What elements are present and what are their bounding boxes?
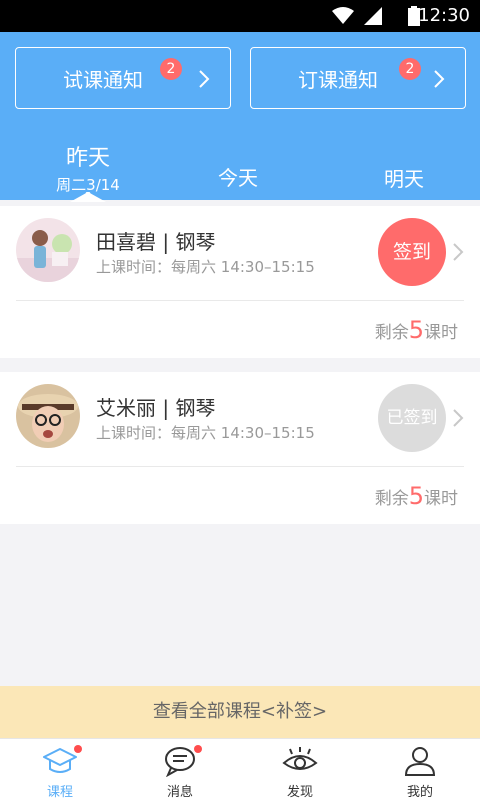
wifi-icon <box>332 7 354 24</box>
lesson-card[interactable]: 田喜碧 | 钢琴 上课时间：每周六 14:30–15:15 签到 剩余5课时 <box>0 206 480 358</box>
remaining-lessons: 剩余5课时 <box>375 482 458 510</box>
notification-dot <box>194 745 202 753</box>
chevron-right-icon <box>199 70 210 88</box>
divider <box>16 300 464 301</box>
tab-today[interactable]: 今天 <box>188 162 288 191</box>
remaining-suffix: 课时 <box>424 489 458 509</box>
eye-icon <box>282 747 318 770</box>
remaining-count: 5 <box>408 316 424 344</box>
bottom-tab-bar: 课程 消息 发现 我的 <box>0 738 480 800</box>
tab-courses[interactable]: 课程 <box>0 739 120 800</box>
lesson-time-label: 上课时间： <box>96 424 172 442</box>
lesson-card[interactable]: 艾米丽 | 钢琴 上课时间：每周六 14:30–15:15 已签到 剩余5课时 <box>0 372 480 524</box>
tab-yesterday-label: 昨天 <box>65 146 110 171</box>
tab-yesterday[interactable]: 昨天 周二3/14 <box>38 140 138 195</box>
trial-notice-button[interactable]: 试课通知 2 <box>15 47 231 109</box>
user-icon <box>404 747 436 776</box>
divider <box>16 466 464 467</box>
remaining-prefix: 剩余 <box>374 489 409 509</box>
avatar <box>16 218 80 282</box>
teacher-name: 艾米丽 | 钢琴 <box>96 396 216 420</box>
selected-tab-indicator <box>70 192 106 202</box>
lesson-time: 上课时间：每周六 14:30–15:15 <box>96 422 315 443</box>
signal-icon <box>364 7 382 25</box>
lesson-time-label: 上课时间： <box>96 258 172 276</box>
lesson-time-value: 每周六 14:30–15:15 <box>171 424 315 442</box>
order-notice-button[interactable]: 订课通知 2 <box>250 47 466 109</box>
tab-courses-label: 课程 <box>46 785 73 800</box>
chevron-right-icon[interactable] <box>452 408 464 428</box>
tab-discover[interactable]: 发现 <box>240 739 360 800</box>
clock: 12:30 <box>418 5 470 26</box>
header: 试课通知 2 订课通知 2 昨天 周二3/14 今天 明天 <box>0 32 480 202</box>
lesson-time-value: 每周六 14:30–15:15 <box>171 258 315 276</box>
chevron-right-icon[interactable] <box>452 242 464 262</box>
chevron-right-icon <box>434 70 445 88</box>
remaining-lessons: 剩余5课时 <box>375 316 458 344</box>
tab-profile[interactable]: 我的 <box>360 739 480 800</box>
avatar <box>16 384 80 448</box>
view-all-courses-button[interactable]: 查看全部课程<补签> <box>0 686 480 738</box>
remaining-count: 5 <box>408 482 424 510</box>
tab-messages-label: 消息 <box>166 785 193 800</box>
remaining-suffix: 课时 <box>424 323 458 343</box>
remaining-prefix: 剩余 <box>374 323 409 343</box>
tab-tomorrow[interactable]: 明天 <box>354 163 454 192</box>
graduation-cap-icon <box>43 748 77 773</box>
order-notice-badge: 2 <box>399 58 421 80</box>
notification-dot <box>74 745 82 753</box>
lesson-time: 上课时间：每周六 14:30–15:15 <box>96 256 315 277</box>
tab-profile-label: 我的 <box>406 785 433 800</box>
tab-messages[interactable]: 消息 <box>120 739 240 800</box>
trial-notice-badge: 2 <box>160 58 182 80</box>
checkin-button[interactable]: 签到 <box>378 218 446 286</box>
tab-discover-label: 发现 <box>286 785 313 800</box>
status-bar: 12:30 <box>0 0 480 32</box>
teacher-name: 田喜碧 | 钢琴 <box>96 230 216 254</box>
checked-in-badge: 已签到 <box>378 384 446 452</box>
message-icon <box>165 747 195 777</box>
